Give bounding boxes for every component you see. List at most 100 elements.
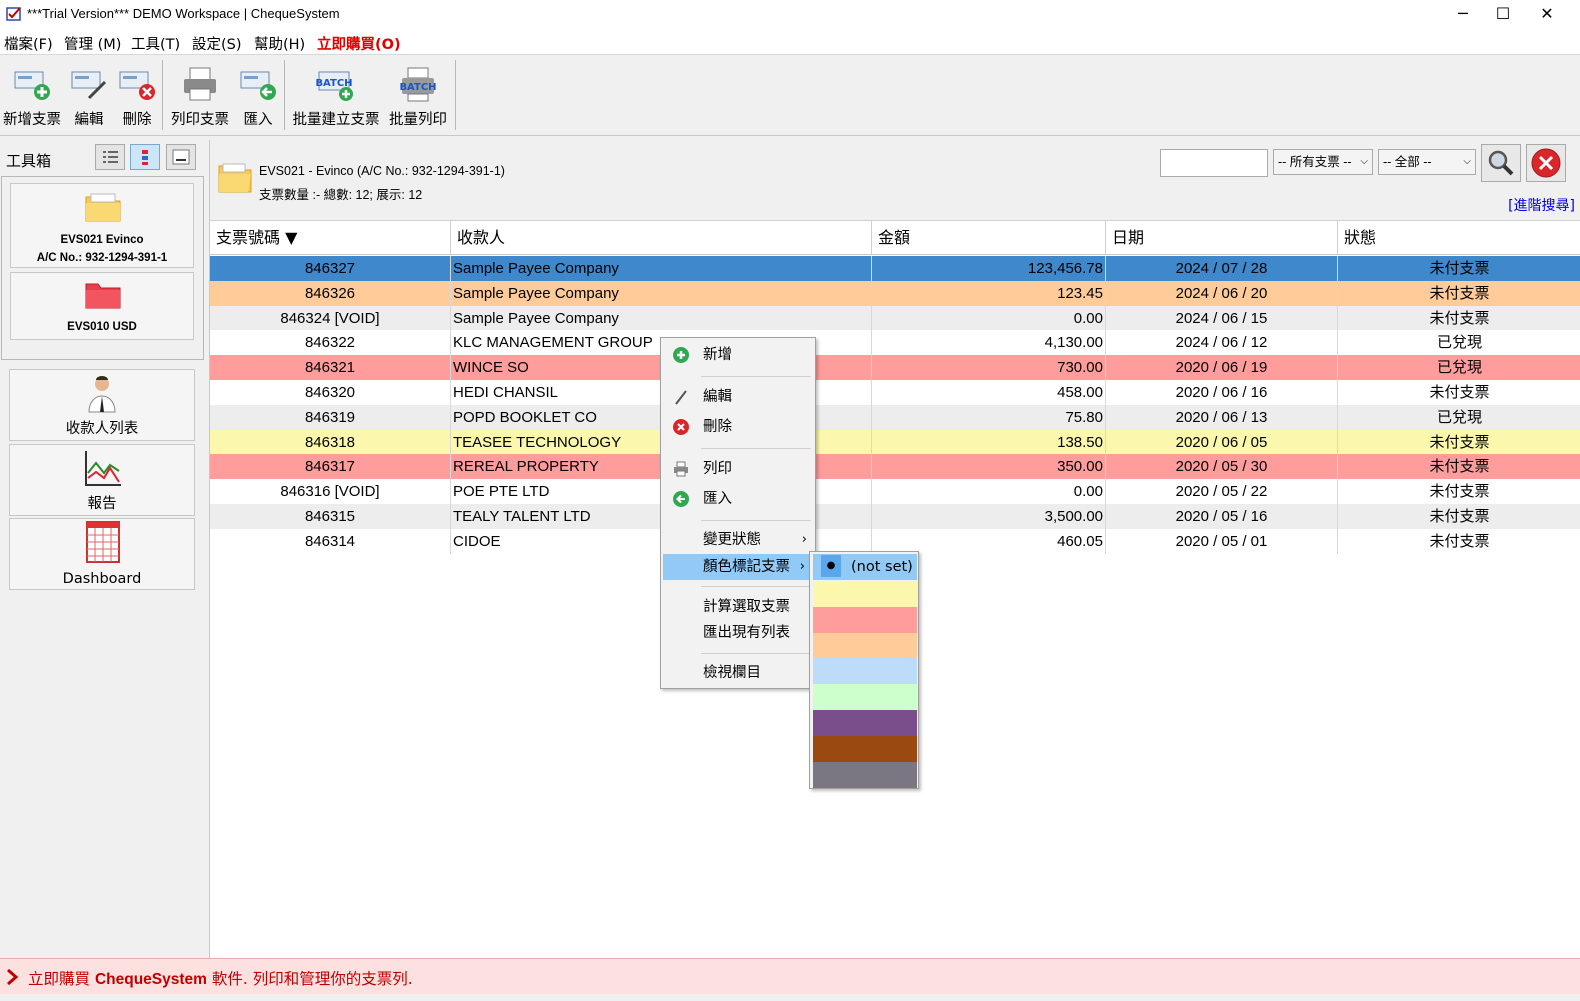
- delete-button[interactable]: 刪除: [114, 58, 160, 132]
- report-button[interactable]: 報告: [9, 444, 195, 516]
- collapse-icon: [172, 149, 190, 165]
- color-swatch-option[interactable]: [813, 606, 917, 633]
- color-swatch-option[interactable]: [813, 658, 917, 685]
- table-row[interactable]: 846327 Sample Payee Company 123,456.78 2024…: [210, 256, 1580, 281]
- import-button[interactable]: 匯入: [236, 58, 280, 132]
- close-icon: [1531, 148, 1561, 178]
- column-cheque-no[interactable]: 支票號碼 ▼: [210, 221, 451, 255]
- grid-header: 支票號碼 ▼ 收款人 金額 日期 狀態: [210, 220, 1580, 255]
- cell-status: 未付支票: [1429, 483, 1490, 501]
- account-name: EVS021 Evinco: [60, 234, 144, 246]
- cell-date: 2020 / 06 / 16: [1106, 380, 1338, 405]
- ctx-change-status-label: 變更狀態: [703, 532, 761, 548]
- menu-buy-now[interactable]: 立即購買(O): [317, 33, 401, 54]
- pencil-icon: [675, 390, 687, 405]
- ctx-delete[interactable]: 刪除: [661, 414, 815, 440]
- table-row[interactable]: 846316 [VOID] POE PTE LTD 0.00 2020 / 05 / …: [210, 479, 1580, 505]
- collapse-view-button[interactable]: [166, 144, 196, 170]
- clear-search-button[interactable]: [1526, 144, 1566, 182]
- close-window-button[interactable]: ✕: [1524, 0, 1570, 29]
- column-payee[interactable]: 收款人: [451, 221, 872, 255]
- list-view-icon: [103, 151, 118, 163]
- list-view-button[interactable]: [95, 144, 125, 170]
- maximize-button[interactable]: ☐: [1480, 0, 1526, 29]
- add-icon: [673, 347, 689, 363]
- printer-icon: [184, 67, 216, 101]
- account-card-evs010[interactable]: EVS010 USD: [10, 272, 194, 340]
- color-swatch-option[interactable]: [813, 581, 917, 607]
- dashboard-button[interactable]: Dashboard: [9, 518, 195, 590]
- new-cheque-button[interactable]: 新增支票: [0, 58, 64, 132]
- color-not-set-option[interactable]: ● (not set): [813, 554, 917, 580]
- cell-amount: 730.00: [872, 355, 1106, 381]
- search-input[interactable]: [1160, 149, 1268, 177]
- ctx-change-status[interactable]: 變更狀態 ›: [661, 527, 815, 553]
- batch-print-button[interactable]: BATCH 批量列印: [385, 58, 451, 132]
- promo-text: 立即購買 ChequeSystem 軟件. 列印和管理你的支票列.: [28, 967, 413, 989]
- search-icon: [1488, 150, 1514, 176]
- print-cheque-button[interactable]: 列印支票: [166, 58, 234, 132]
- ctx-export-list[interactable]: 匯出現有列表: [661, 620, 815, 646]
- red-folder-icon: [85, 283, 121, 309]
- payee-list-button[interactable]: 收款人列表: [9, 369, 195, 441]
- menu-settings[interactable]: 設定(S): [192, 33, 242, 54]
- color-swatch-option[interactable]: [813, 684, 917, 711]
- ctx-print[interactable]: 列印: [661, 456, 815, 482]
- edit-button[interactable]: 編輯: [64, 58, 114, 132]
- menu-help[interactable]: 幫助(H): [254, 33, 305, 54]
- color-view-icon: [142, 150, 148, 165]
- status-filter-select[interactable]: -- 全部 -- ⌵: [1378, 149, 1476, 175]
- ctx-export-list-label: 匯出現有列表: [703, 625, 790, 641]
- table-row[interactable]: 846315 TEALY TALENT LTD 3,500.00 2020 / 05 …: [210, 504, 1580, 529]
- color-swatch-option[interactable]: [813, 632, 917, 659]
- ctx-edit[interactable]: 編輯: [661, 384, 815, 410]
- cheque-add-icon: [14, 71, 50, 100]
- batch-create-button[interactable]: BATCH 批量建立支票: [289, 58, 383, 132]
- advanced-search-link[interactable]: [進階搜尋]: [1508, 195, 1575, 215]
- chevron-right-icon: [7, 968, 19, 986]
- column-amount[interactable]: 金額: [872, 221, 1106, 255]
- search-button[interactable]: [1481, 144, 1521, 182]
- cell-status: 已兌現: [1436, 334, 1482, 352]
- ctx-add[interactable]: 新增: [661, 342, 815, 368]
- chevron-down-icon: ⌵: [1463, 156, 1471, 167]
- cell-no: 846319: [210, 404, 451, 430]
- cheque-edit-icon: [71, 71, 107, 100]
- table-row[interactable]: 846319 POPD BOOKLET CO 75.80 2020 / 06 / 13…: [210, 404, 1580, 430]
- table-row[interactable]: 846324 [VOID] Sample Payee Company 0.00 202…: [210, 305, 1580, 331]
- toolbar-separator: [162, 60, 163, 130]
- cell-amount: 123.45: [872, 280, 1106, 306]
- cheque-filter-value: -- 所有支票 --: [1278, 155, 1352, 169]
- table-row[interactable]: 846317 REREAL PROPERTY 350.00 2020 / 05 / 3…: [210, 454, 1580, 480]
- promo-status-bar[interactable]: 立即購買 ChequeSystem 軟件. 列印和管理你的支票列.: [0, 958, 1580, 994]
- cell-status: 未付支票: [1429, 458, 1490, 476]
- menu-divider: [701, 376, 811, 377]
- ctx-import[interactable]: 匯入: [661, 486, 815, 512]
- menu-file[interactable]: 檔案(F): [4, 33, 53, 54]
- ctx-calc-selected[interactable]: 計算選取支票: [661, 594, 815, 620]
- table-row[interactable]: 846318 TEASEE TECHNOLOGY 138.50 2020 / 06 /…: [210, 429, 1580, 455]
- color-swatch-option[interactable]: [813, 710, 917, 736]
- table-row[interactable]: 846321 WINCE SO 730.00 2020 / 06 / 19 已兌現: [210, 355, 1580, 381]
- cell-date: 2020 / 05 / 01: [1106, 528, 1338, 554]
- cheque-filter-select[interactable]: -- 所有支票 -- ⌵: [1273, 149, 1373, 175]
- table-row[interactable]: 846320 HEDI CHANSIL 458.00 2020 / 06 / 16 未付…: [210, 380, 1580, 405]
- ctx-view-columns[interactable]: 檢視欄目: [661, 660, 815, 686]
- menu-divider: [701, 653, 811, 654]
- cell-amount: 123,456.78: [872, 256, 1106, 281]
- column-date[interactable]: 日期: [1106, 221, 1338, 255]
- color-view-button[interactable]: [130, 144, 160, 170]
- account-card-evs021[interactable]: EVS021 Evinco A/C No.: 932-1294-391-1: [10, 183, 194, 268]
- color-swatch-option[interactable]: [813, 735, 917, 762]
- menu-tools[interactable]: 工具(T): [131, 33, 180, 54]
- chevron-down-icon: ⌵: [1360, 156, 1368, 167]
- column-status[interactable]: 狀態: [1338, 221, 1580, 255]
- table-row[interactable]: 846326 Sample Payee Company 123.45 2024 / 0…: [210, 280, 1580, 306]
- ctx-color-mark[interactable]: 顏色標記支票 ›: [663, 554, 813, 580]
- line-chart-icon: [85, 451, 121, 486]
- menu-manage[interactable]: 管理 (M): [64, 33, 121, 54]
- person-icon: [88, 376, 116, 413]
- yellow-folder-icon: [85, 193, 121, 222]
- table-row[interactable]: 846322 KLC MANAGEMENT GROUP 4,130.00 2024 /…: [210, 330, 1580, 356]
- color-swatch-option[interactable]: [813, 761, 917, 788]
